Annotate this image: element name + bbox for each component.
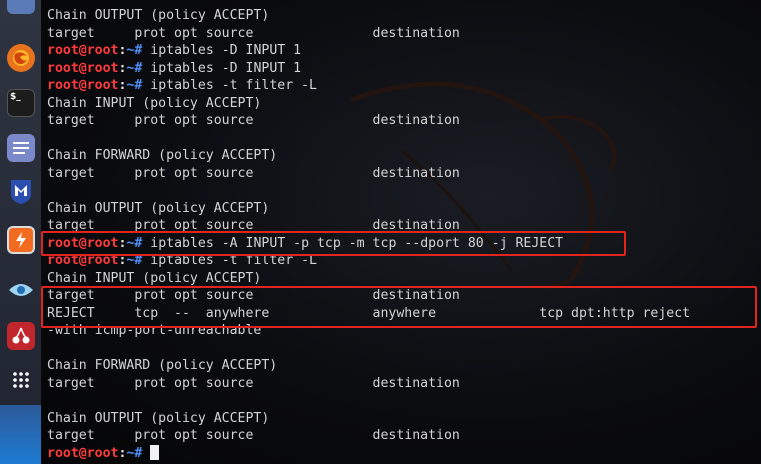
command-line: root@root:~# iptables -D INPUT 1 bbox=[47, 42, 690, 60]
output-line: Chain FORWARD (policy ACCEPT) bbox=[47, 148, 278, 163]
dock-bottom-band bbox=[0, 405, 41, 464]
prompt-user: root@root bbox=[47, 43, 119, 58]
command-text: iptables -D INPUT 1 bbox=[142, 60, 302, 76]
application-dock: $_ bbox=[0, 0, 41, 464]
output-line: target prot opt source destination bbox=[47, 428, 460, 443]
text-editor-icon[interactable] bbox=[7, 134, 35, 162]
terminal-window[interactable]: Chain OUTPUT (policy ACCEPT) target prot … bbox=[41, 0, 761, 464]
highlight-box-command bbox=[41, 231, 626, 256]
output-line: target prot opt source destination bbox=[47, 25, 460, 41]
output-line: Chain OUTPUT (policy ACCEPT) bbox=[47, 200, 270, 216]
active-prompt-line: root@root:~# bbox=[47, 444, 690, 463]
burpsuite-icon[interactable] bbox=[7, 226, 35, 254]
text-cursor bbox=[150, 444, 160, 460]
prompt-user: root@root bbox=[47, 78, 119, 93]
output-line: target prot opt source destination bbox=[47, 165, 460, 181]
prompt-path: ~# bbox=[126, 43, 143, 58]
app-grid-icon[interactable] bbox=[7, 366, 35, 394]
output-line: Chain OUTPUT (policy ACCEPT) bbox=[47, 410, 270, 426]
prompt-path: ~# bbox=[126, 60, 143, 76]
command-text: iptables -t filter -L bbox=[142, 78, 317, 93]
command-text: iptables -D INPUT 1 bbox=[142, 43, 302, 58]
command-text bbox=[142, 446, 150, 461]
output-line: Chain FORWARD (policy ACCEPT) bbox=[47, 358, 278, 373]
output-line: Chain INPUT (policy ACCEPT) bbox=[47, 270, 262, 286]
prompt-user: root@root bbox=[47, 60, 119, 76]
prompt-user: root@root bbox=[47, 445, 119, 461]
eye-icon[interactable] bbox=[7, 276, 35, 304]
metasploit-icon[interactable] bbox=[7, 178, 35, 206]
prompt-path: ~# bbox=[126, 445, 143, 461]
output-line: Chain INPUT (policy ACCEPT) bbox=[47, 95, 262, 111]
file-manager-icon[interactable] bbox=[7, 0, 35, 14]
output-line: Chain OUTPUT (policy ACCEPT) bbox=[47, 8, 270, 23]
command-line: root@root:~# iptables -D INPUT 1 bbox=[47, 60, 690, 78]
cherrytree-icon[interactable] bbox=[7, 322, 35, 350]
terminal-icon[interactable]: $_ bbox=[7, 89, 35, 117]
prompt-path: ~# bbox=[126, 78, 143, 93]
command-line: root@root:~# iptables -t filter -L bbox=[47, 77, 690, 95]
firefox-icon[interactable] bbox=[7, 44, 35, 72]
output-line: target prot opt source destination bbox=[47, 375, 460, 391]
highlight-box-rules bbox=[41, 286, 757, 328]
output-line: target prot opt source destination bbox=[47, 113, 460, 128]
